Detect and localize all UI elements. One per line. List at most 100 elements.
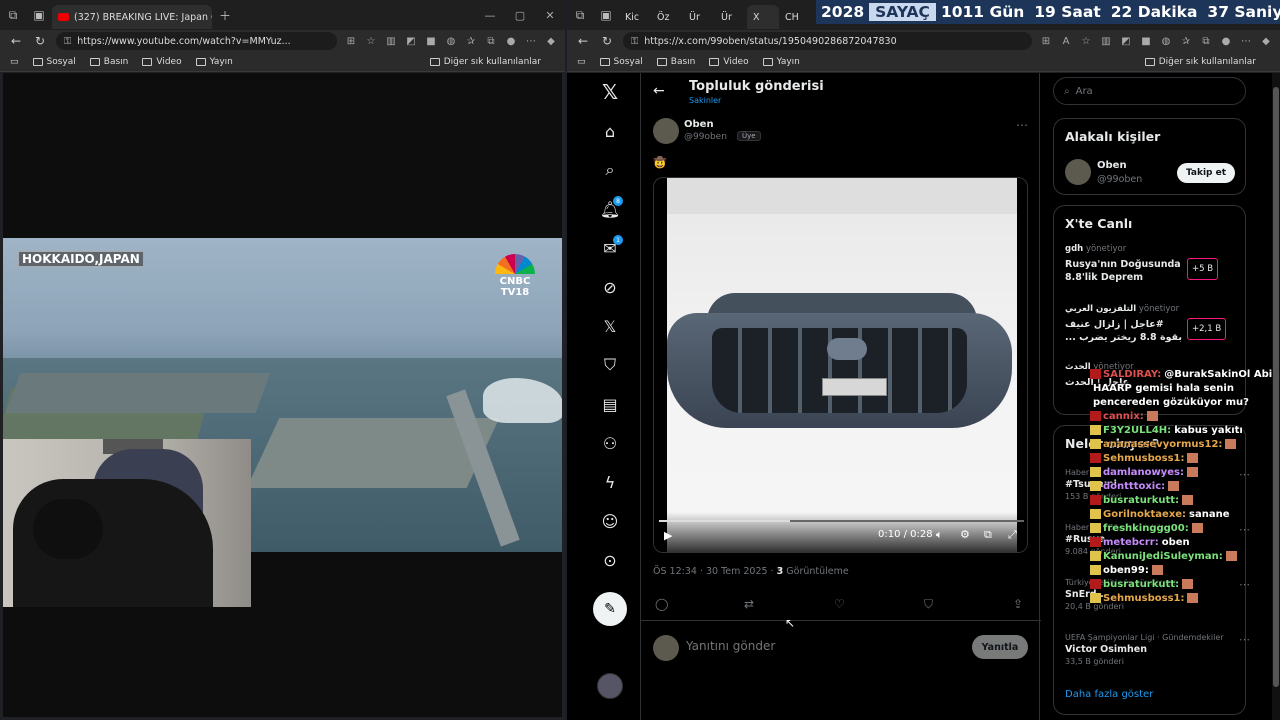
- more-icon[interactable]: ⋯: [1239, 633, 1250, 646]
- extension-icon[interactable]: ◍: [441, 36, 461, 47]
- fullscreen-icon[interactable]: ⤢: [1008, 528, 1017, 542]
- tab-ch[interactable]: CH: [779, 5, 811, 29]
- more-icon[interactable]: ⋯: [1236, 36, 1256, 47]
- tab-ur[interactable]: Ür: [683, 5, 715, 29]
- address-bar[interactable]: ⚿ https://www.youtube.com/watch?v=MMYuz.…: [56, 32, 337, 50]
- extension-icon[interactable]: ◍: [1156, 36, 1176, 47]
- more-icon[interactable]: ⋯: [1016, 118, 1028, 132]
- communities-icon[interactable]: ⚇: [597, 430, 623, 456]
- related-avatar[interactable]: [1065, 159, 1091, 185]
- favorite-icon[interactable]: ☆: [1076, 36, 1096, 47]
- back-arrow-icon[interactable]: ←: [653, 83, 665, 99]
- extension-icon[interactable]: ■: [421, 36, 441, 47]
- tab-x[interactable]: X: [747, 5, 779, 29]
- tab-youtube[interactable]: (327) BREAKING LIVE: Japan Coa: ✕: [52, 5, 212, 29]
- bookmark-video[interactable]: Video: [142, 57, 182, 67]
- repost-icon[interactable]: ⇄: [744, 597, 754, 611]
- volume-icon[interactable]: 🔈︎: [936, 528, 943, 542]
- picture-in-picture-icon[interactable]: ⧉: [984, 528, 992, 542]
- reply-icon[interactable]: ◯: [655, 597, 668, 611]
- follow-button[interactable]: Takip et: [1177, 163, 1235, 183]
- close-window-icon[interactable]: ✕: [535, 9, 565, 22]
- settings-gear-icon[interactable]: ⚙: [960, 528, 970, 541]
- favorite-icon[interactable]: ☆: [361, 36, 381, 47]
- bookmark-yayin[interactable]: Yayın: [195, 57, 233, 67]
- share-icon[interactable]: ⇪: [1013, 597, 1023, 611]
- tab-ur-2[interactable]: Ür: [715, 5, 747, 29]
- account-avatar[interactable]: [597, 673, 623, 699]
- extension-icon[interactable]: ▥: [1096, 36, 1116, 47]
- notifications-icon[interactable]: 🔔︎ 8: [597, 196, 623, 222]
- back-icon[interactable]: ←: [4, 34, 28, 48]
- bookmark-icon[interactable]: ⛉: [924, 597, 933, 612]
- trend-item[interactable]: UEFA Şampiyonlar Ligi · Gündemdekiler Vi…: [1065, 633, 1250, 666]
- bookmark-other-favorites[interactable]: Diğer sık kullanılanlar: [429, 57, 541, 67]
- bookmark-yayin[interactable]: Yayın: [762, 57, 800, 67]
- related-handle[interactable]: @99oben: [1097, 174, 1142, 185]
- new-tab-icon[interactable]: ＋: [212, 0, 238, 30]
- reply-input[interactable]: [686, 639, 946, 653]
- favorites-icon[interactable]: ✰: [1176, 36, 1196, 47]
- home-icon[interactable]: ⌂: [597, 118, 623, 144]
- search-icon[interactable]: ⌕: [597, 157, 623, 183]
- tab-kic[interactable]: Kic: [619, 5, 651, 29]
- maximize-icon[interactable]: ▢: [505, 9, 535, 22]
- bookmark-basin[interactable]: Basın: [89, 57, 128, 67]
- refresh-icon[interactable]: ↻: [595, 34, 619, 48]
- profile-avatar[interactable]: ●: [501, 36, 521, 47]
- play-icon[interactable]: ▶: [664, 529, 672, 542]
- collections-icon[interactable]: ⧉: [1196, 36, 1216, 47]
- extension-icon[interactable]: ◩: [401, 36, 421, 47]
- live-item[interactable]: التلفزيون العربي yönetiyor #عاجل | زلزال…: [1065, 304, 1240, 344]
- profile-icon[interactable]: ☺: [597, 508, 623, 534]
- jobs-icon[interactable]: ▤: [597, 391, 623, 417]
- related-name[interactable]: Oben: [1097, 160, 1127, 171]
- show-more-link[interactable]: Daha fazla göster: [1065, 689, 1153, 700]
- messages-icon[interactable]: ✉ 1: [597, 235, 623, 261]
- bookmark-basin[interactable]: Basın: [656, 57, 695, 67]
- read-aloud-icon[interactable]: A: [1056, 36, 1076, 47]
- like-icon[interactable]: ♡: [834, 597, 845, 611]
- tab-actions-icon[interactable]: ▣: [593, 0, 619, 30]
- bookmarks-icon[interactable]: ▭: [10, 57, 19, 67]
- tab-oz[interactable]: Öz: [651, 5, 683, 29]
- back-icon[interactable]: ←: [571, 34, 595, 48]
- live-item[interactable]: gdh yönetiyor Rusya'nın Doğusunda 8.8'li…: [1065, 244, 1240, 284]
- compose-post-button[interactable]: ✎: [593, 592, 627, 626]
- copilot-icon[interactable]: ◆: [541, 36, 561, 47]
- reader-icon[interactable]: ⊞: [341, 36, 361, 47]
- community-link[interactable]: Sakinler: [689, 96, 721, 105]
- bookmark-video[interactable]: Video: [709, 57, 749, 67]
- bookmark-sosyal[interactable]: Sosyal: [599, 57, 643, 67]
- tab-actions-icon[interactable]: ▣: [26, 0, 52, 30]
- collections-icon[interactable]: ⧉: [481, 36, 501, 47]
- more-icon[interactable]: ⋯: [521, 36, 541, 47]
- bookmark-sosyal[interactable]: Sosyal: [32, 57, 76, 67]
- x-premium-icon[interactable]: 𝕏: [597, 313, 623, 339]
- profile-avatar[interactable]: ●: [1216, 36, 1236, 47]
- youtube-player-area[interactable]: HOKKAIDO,JAPAN CNBC TV18: [3, 73, 562, 717]
- bookmarks-icon[interactable]: ▭: [577, 57, 586, 67]
- workspaces-icon[interactable]: ⧉: [0, 0, 26, 30]
- x-logo-icon[interactable]: 𝕏: [597, 79, 623, 105]
- extension-icon[interactable]: ▥: [381, 36, 401, 47]
- bookmark-other-favorites[interactable]: Diğer sık kullanılanlar: [1144, 57, 1256, 67]
- author-avatar[interactable]: [653, 118, 679, 144]
- address-bar[interactable]: ⚿ https://x.com/99oben/status/1950490286…: [623, 32, 1032, 50]
- post-video[interactable]: ▶ 0:10 / 0:28 🔈︎ ⚙ ⧉ ⤢: [653, 177, 1028, 553]
- reply-button[interactable]: Yanıtla: [972, 635, 1028, 659]
- search-input[interactable]: ⌕ Ara: [1053, 77, 1246, 105]
- minimize-icon[interactable]: —: [475, 9, 505, 22]
- bookmarks-icon[interactable]: ⛉: [597, 352, 623, 378]
- more-options-icon[interactable]: ⊙: [597, 547, 623, 573]
- refresh-icon[interactable]: ↻: [28, 34, 52, 48]
- workspaces-icon[interactable]: ⧉: [567, 0, 593, 30]
- reader-icon[interactable]: ⊞: [1036, 36, 1056, 47]
- verified-orgs-icon[interactable]: ϟ: [597, 469, 623, 495]
- copilot-icon[interactable]: ◆: [1256, 36, 1276, 47]
- video-progress-bar[interactable]: [659, 520, 1024, 522]
- extension-icon[interactable]: ■: [1136, 36, 1156, 47]
- author-name[interactable]: Oben: [684, 119, 714, 130]
- grok-icon[interactable]: ⊘: [597, 274, 623, 300]
- extension-icon[interactable]: ◩: [1116, 36, 1136, 47]
